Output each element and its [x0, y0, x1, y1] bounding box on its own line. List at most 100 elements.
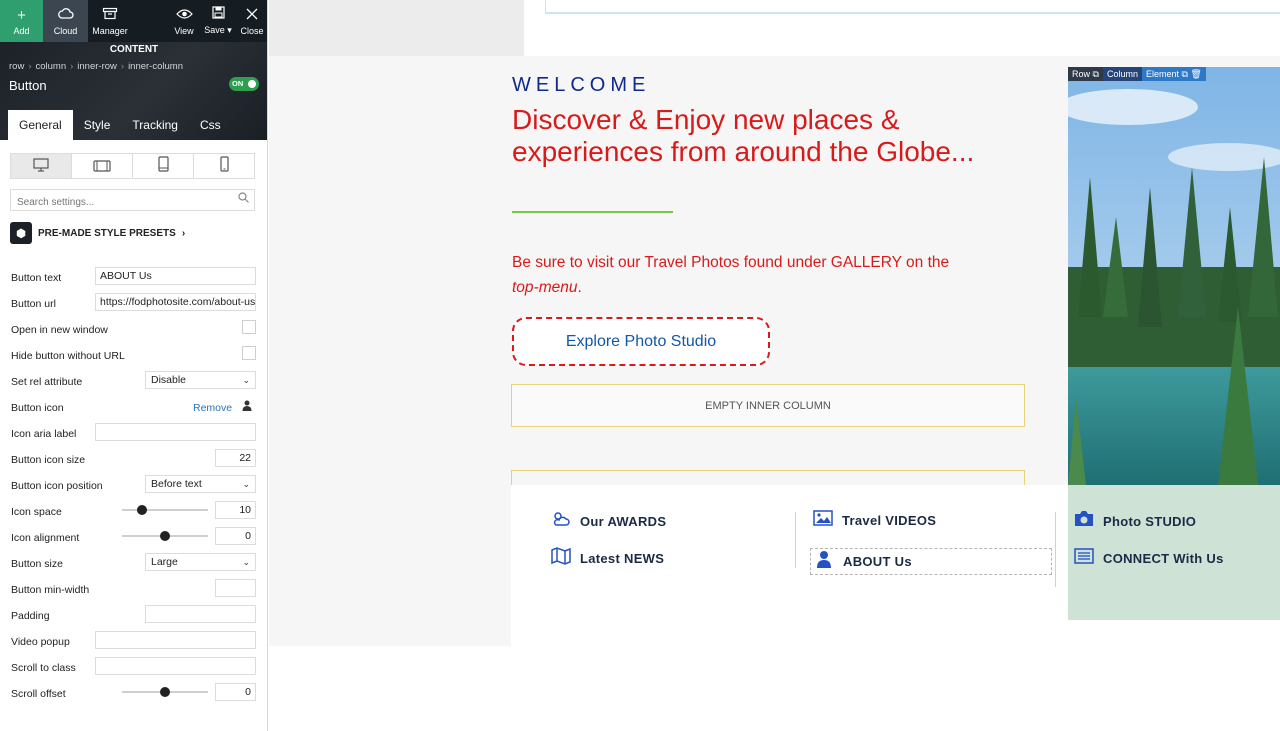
- setting-label: Button icon size: [11, 454, 86, 466]
- breadcrumb-inner-column[interactable]: inner-column: [128, 61, 183, 72]
- chevron-right-icon: ›: [70, 61, 74, 72]
- device-mobile[interactable]: [194, 154, 254, 178]
- menu-item-news[interactable]: Latest NEWS: [550, 547, 664, 570]
- setting-label: Hide button without URL: [11, 350, 125, 362]
- icon-alignment-input[interactable]: 0: [215, 527, 256, 545]
- icon-alignment-slider[interactable]: [122, 531, 208, 541]
- setting-label: Button text: [11, 272, 62, 284]
- forest-lake-image: [1068, 67, 1280, 485]
- video-popup-input[interactable]: [95, 631, 256, 649]
- button-text-input[interactable]: ABOUT Us: [95, 267, 256, 285]
- manager-label: Manager: [92, 26, 128, 36]
- menu-item-about[interactable]: ABOUT Us: [810, 548, 1052, 575]
- new-window-checkbox[interactable]: [242, 320, 256, 334]
- tab-tracking[interactable]: Tracking: [121, 110, 189, 140]
- breadcrumb-inner-row[interactable]: inner-row: [77, 61, 117, 72]
- search-input[interactable]: [11, 192, 226, 213]
- section-title: CONTENT: [109, 44, 159, 55]
- menu-item-awards[interactable]: Our AWARDS: [550, 510, 666, 533]
- close-button[interactable]: Close: [236, 0, 267, 42]
- device-desktop[interactable]: [11, 154, 72, 178]
- icon-size-input[interactable]: 22: [215, 449, 256, 467]
- element-title: Button: [9, 78, 47, 93]
- button-url-input[interactable]: https://fodphotosite.com/about-us: [95, 293, 256, 311]
- setting-label: Button icon position: [11, 480, 103, 492]
- min-width-input[interactable]: [215, 579, 256, 597]
- icon-position-select[interactable]: Before text ⌄: [145, 475, 256, 493]
- mobile-icon: [219, 156, 229, 176]
- breadcrumb-column[interactable]: column: [35, 61, 66, 72]
- save-button[interactable]: Save ▾: [200, 0, 236, 42]
- visit-text-main: Be sure to visit our Travel Photos found…: [512, 254, 950, 271]
- manager-button[interactable]: Manager: [88, 0, 132, 42]
- setting-label: Scroll to class: [11, 662, 76, 674]
- style-presets-link[interactable]: ⬢ PRE-MADE STYLE PRESETS ›: [10, 222, 185, 244]
- chevron-down-icon: ⌄: [242, 557, 250, 567]
- cloud-sun-icon: [550, 510, 572, 533]
- desktop-icon: [33, 157, 49, 176]
- user-icon[interactable]: [242, 400, 252, 414]
- setting-label: Video popup: [11, 636, 70, 648]
- setting-icon-alignment: Icon alignment 0: [0, 526, 267, 552]
- icon-space-input[interactable]: 10: [215, 501, 256, 519]
- device-tablet-landscape[interactable]: [72, 154, 133, 178]
- chevron-down-icon: ⌄: [242, 479, 250, 489]
- divider: [512, 211, 673, 213]
- scroll-offset-input[interactable]: 0: [215, 683, 256, 701]
- welcome-heading: WELCOME: [512, 74, 651, 96]
- tab-general[interactable]: General: [8, 110, 73, 140]
- setting-padding: Padding: [0, 604, 267, 630]
- rel-select[interactable]: Disable ⌄: [145, 371, 256, 389]
- setting-scroll-offset: Scroll offset 0: [0, 682, 267, 708]
- device-tablet[interactable]: [133, 154, 194, 178]
- canvas-gutter: [269, 0, 524, 56]
- visit-text: Be sure to visit our Travel Photos found…: [512, 250, 952, 300]
- scroll-offset-slider[interactable]: [122, 687, 208, 697]
- button-size-select[interactable]: Large ⌄: [145, 553, 256, 571]
- setting-label: Icon alignment: [11, 532, 80, 544]
- icon-aria-input[interactable]: [95, 423, 256, 441]
- search-icon: [238, 192, 249, 206]
- explore-button[interactable]: Explore Photo Studio: [512, 317, 770, 366]
- page-title: Discover & Enjoy new places & experience…: [512, 104, 975, 167]
- slider-thumb[interactable]: [136, 505, 147, 515]
- column-divider: [795, 512, 796, 568]
- toggle-label: ON: [232, 79, 244, 88]
- tablet-landscape-icon: [93, 157, 111, 176]
- row-control[interactable]: Row ⧉: [1068, 67, 1103, 81]
- add-button[interactable]: + Add: [0, 0, 43, 42]
- menu-item-label: Our AWARDS: [580, 514, 667, 529]
- cloud-button[interactable]: Cloud: [43, 0, 88, 42]
- breadcrumb-row[interactable]: row: [9, 61, 24, 72]
- manager-icon: [102, 7, 118, 24]
- save-label: Save ▾: [204, 25, 232, 35]
- column-control[interactable]: Column: [1102, 67, 1142, 81]
- add-label: Add: [13, 26, 30, 36]
- icon-space-slider[interactable]: [122, 505, 208, 515]
- save-icon: [211, 6, 225, 23]
- scroll-class-input[interactable]: [95, 657, 256, 675]
- slider-thumb[interactable]: [160, 531, 170, 541]
- close-label: Close: [240, 26, 264, 36]
- remove-icon-link[interactable]: Remove: [193, 402, 232, 414]
- chevron-right-icon: ›: [28, 61, 32, 72]
- element-toggle[interactable]: ON: [229, 77, 259, 91]
- tab-css[interactable]: Css: [189, 110, 232, 140]
- hide-without-url-checkbox[interactable]: [242, 346, 256, 360]
- page-canvas: WELCOME Discover & Enjoy new places & ex…: [269, 0, 1280, 731]
- menu-item-videos[interactable]: Travel VIDEOS: [812, 510, 936, 531]
- slider-thumb[interactable]: [160, 687, 170, 697]
- setting-label: Button url: [11, 298, 56, 310]
- menu-item-label: Latest NEWS: [580, 551, 665, 566]
- view-button[interactable]: View: [168, 0, 200, 42]
- padding-input[interactable]: [145, 605, 256, 623]
- tab-style[interactable]: Style: [73, 110, 122, 140]
- element-control[interactable]: Element ⧉ 🗑: [1141, 67, 1206, 81]
- menu-item-connect[interactable]: CONNECT With Us: [1073, 548, 1224, 569]
- setting-label: Button icon: [11, 402, 64, 414]
- setting-label: Icon space: [11, 506, 62, 518]
- empty-inner-column[interactable]: EMPTY INNER COLUMN: [511, 384, 1025, 427]
- menu-item-studio[interactable]: Photo STUDIO: [1073, 510, 1196, 532]
- plus-icon: +: [17, 7, 26, 24]
